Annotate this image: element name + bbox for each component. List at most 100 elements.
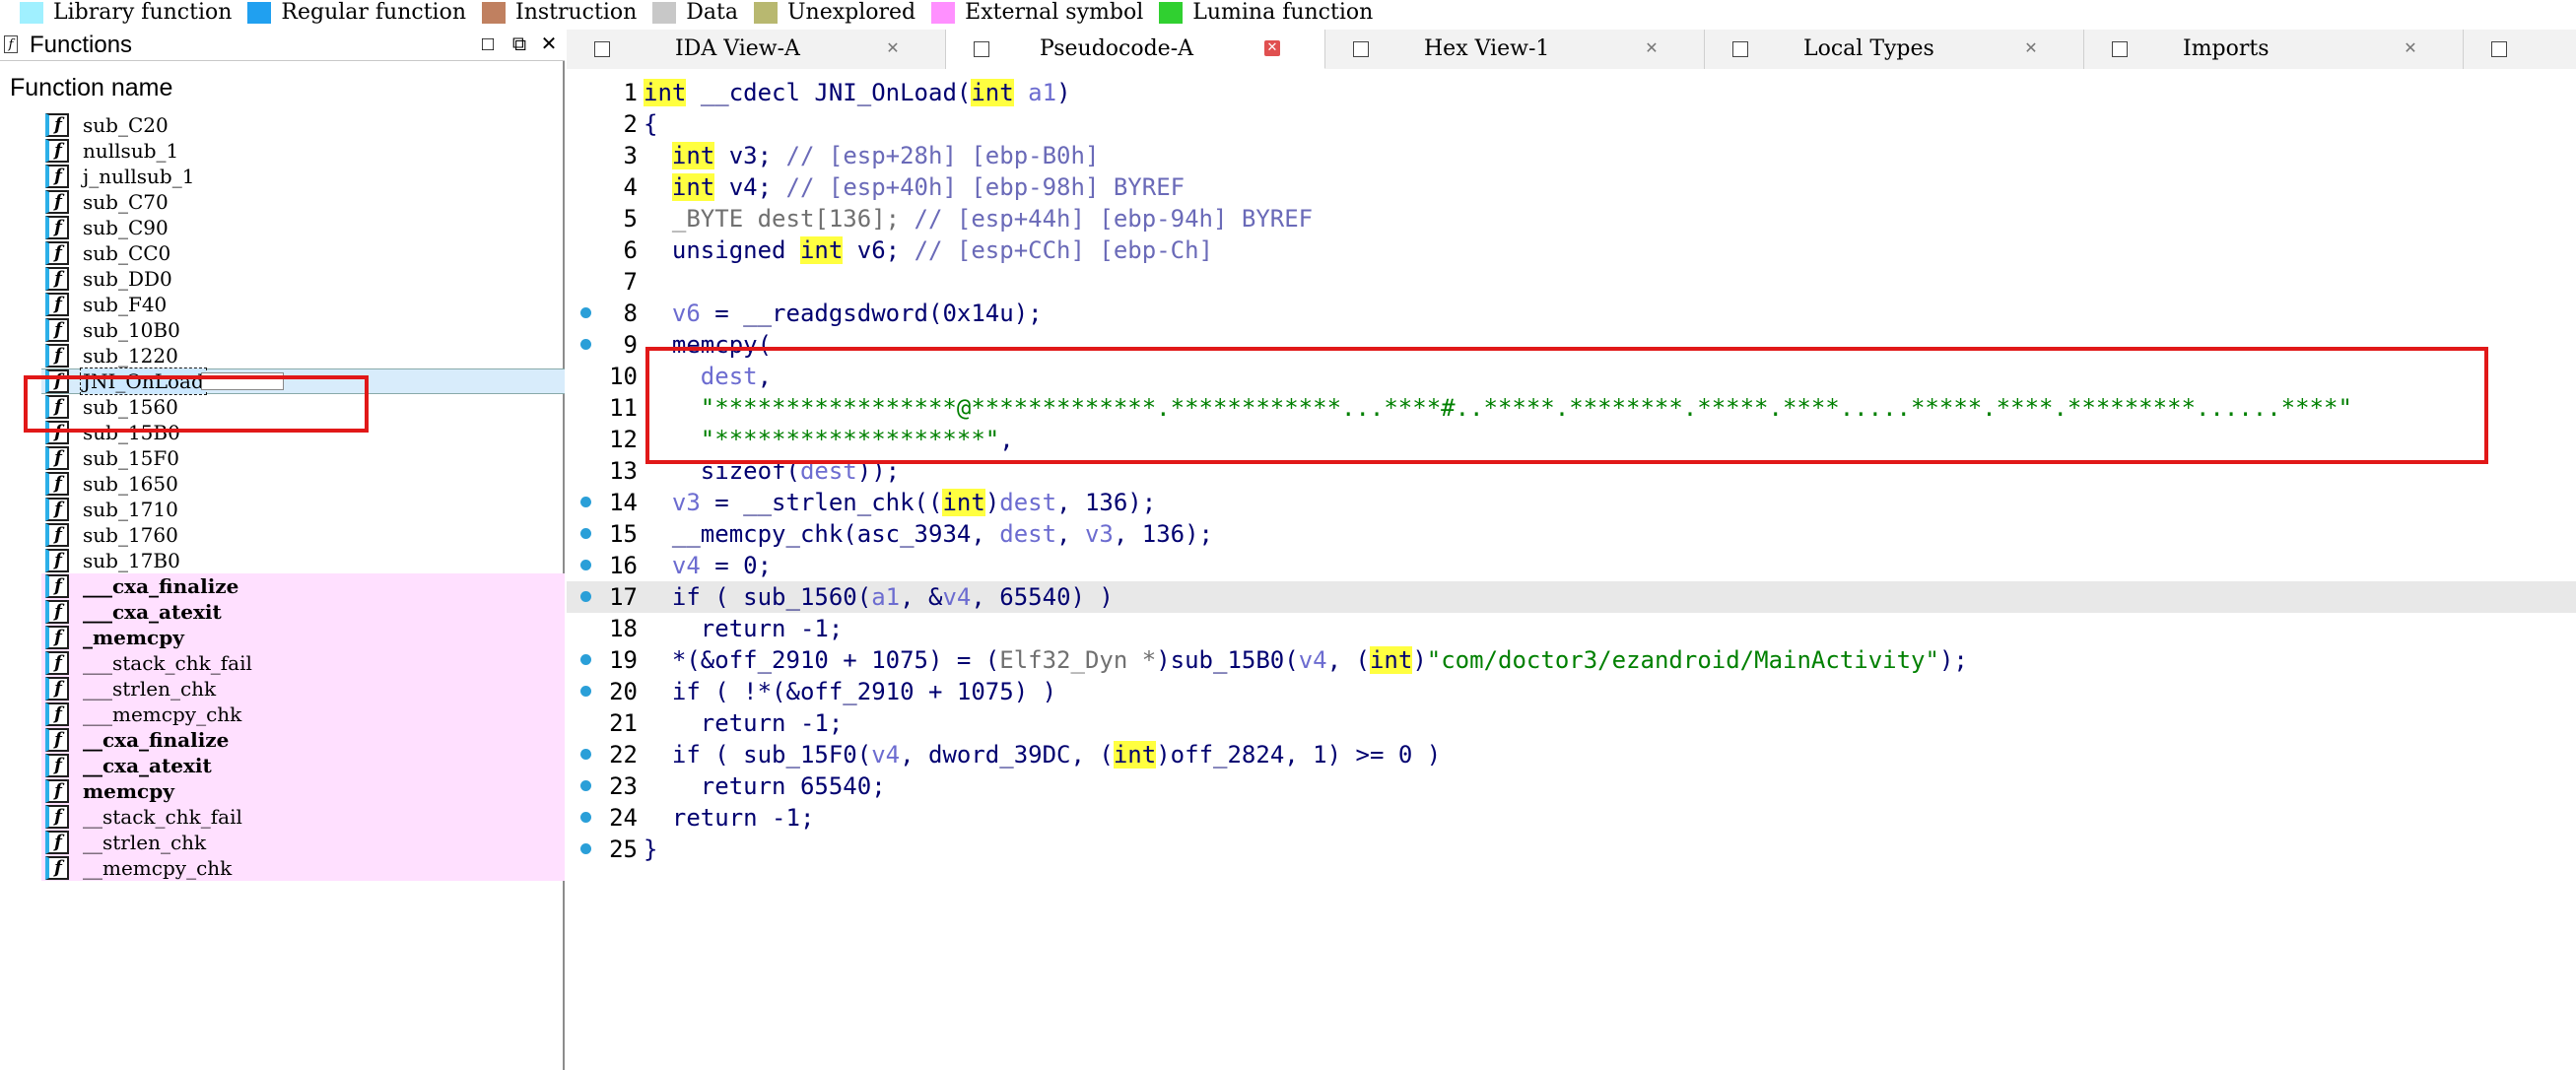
function-icon: f — [45, 344, 69, 368]
function-item[interactable]: f _memcpy — [41, 625, 565, 650]
code-token: // [esp+44h] [ebp-94h] BYREF — [914, 205, 1314, 233]
tab-view-icon — [1353, 41, 1369, 57]
tab-close-icon[interactable]: ✕ — [1644, 40, 1660, 56]
code-line[interactable]: 11 "*****************@*************.****… — [567, 392, 2576, 424]
tab-hex-view-1[interactable]: Hex View-1 ✕ — [1325, 30, 1705, 69]
legend-label: Lumina function — [1192, 0, 1374, 25]
code-line[interactable]: 18 return -1; — [567, 613, 2576, 644]
function-item[interactable]: f __memcpy_chk — [41, 855, 565, 881]
code-line[interactable]: 21 return -1; — [567, 707, 2576, 739]
function-item[interactable]: f ___cxa_finalize — [41, 573, 565, 599]
tab-close-icon[interactable]: ✕ — [2023, 40, 2039, 56]
function-item[interactable]: f __cxa_finalize — [41, 727, 565, 753]
rename-edit-box[interactable] — [201, 372, 284, 390]
code-line[interactable]: 17 if ( sub_1560(a1, &v4, 65540) ) — [567, 581, 2576, 613]
code-line[interactable]: 19 *(&off_2910 + 1075) = (Elf32_Dyn *)su… — [567, 644, 2576, 676]
function-icon: f — [45, 728, 69, 752]
function-item[interactable]: f nullsub_1 — [41, 138, 565, 164]
column-header-function-name[interactable]: Function name — [10, 71, 172, 104]
function-item[interactable]: f ___memcpy_chk — [41, 702, 565, 727]
code-line[interactable]: 15 __memcpy_chk(asc_3934, dest, v3, 136)… — [567, 518, 2576, 550]
tab-overflow[interactable] — [2464, 30, 2576, 69]
function-item[interactable]: f memcpy — [41, 778, 565, 804]
code-line[interactable]: 14 v3 = __strlen_chk((int)dest, 136); — [567, 487, 2576, 518]
code-line[interactable]: 12 "*******************", — [567, 424, 2576, 455]
function-item[interactable]: f sub_1710 — [41, 497, 565, 522]
code-line[interactable]: 20 if ( !*(&off_2910 + 1075) ) — [567, 676, 2576, 707]
function-item[interactable]: f sub_C20 — [41, 112, 565, 138]
function-item[interactable]: f j_nullsub_1 — [41, 164, 565, 189]
function-item[interactable]: f ___cxa_atexit — [41, 599, 565, 625]
code-line[interactable]: 16 v4 = 0; — [567, 550, 2576, 581]
code-line[interactable]: 24 return -1; — [567, 802, 2576, 834]
code-line[interactable]: 25} — [567, 834, 2576, 865]
code-line[interactable]: 7 — [567, 266, 2576, 298]
tab-pseudocode-a[interactable]: Pseudocode-A ✕ — [946, 30, 1325, 69]
code-line[interactable]: 5 _BYTE dest[136]; // [esp+44h] [ebp-94h… — [567, 203, 2576, 234]
maximize-icon[interactable]: □ — [477, 33, 499, 55]
code-line[interactable]: 13 sizeof(dest)); — [567, 455, 2576, 487]
legend-swatch — [754, 2, 779, 24]
function-item[interactable]: f __strlen_chk — [41, 830, 565, 855]
function-item[interactable]: f sub_15F0 — [41, 445, 565, 471]
function-name: sub_1220 — [83, 344, 178, 368]
function-item[interactable]: f __stack_chk_fail — [41, 804, 565, 830]
code-line[interactable]: 10 dest, — [567, 361, 2576, 392]
function-item[interactable]: f sub_C90 — [41, 215, 565, 240]
function-name: sub_1650 — [83, 472, 178, 496]
code-token: = 0; — [700, 552, 773, 579]
function-item[interactable]: f sub_17B0 — [41, 548, 565, 573]
code-token: if ( !*(&off_2910 + 1075) ) — [671, 678, 1057, 705]
function-item[interactable]: f sub_1220 — [41, 343, 565, 368]
tab-imports[interactable]: Imports ✕ — [2084, 30, 2464, 69]
function-item[interactable]: f sub_F40 — [41, 292, 565, 317]
function-item[interactable]: f sub_CC0 — [41, 240, 565, 266]
function-name: sub_15F0 — [83, 446, 179, 470]
function-item[interactable]: f sub_1560 — [41, 394, 565, 420]
code-token: , & — [900, 583, 943, 611]
code-text: sizeof(dest)); — [644, 455, 900, 487]
function-item[interactable]: f sub_1650 — [41, 471, 565, 497]
code-token: v4 — [871, 741, 901, 769]
line-number: 9 — [623, 331, 638, 359]
pseudocode-view[interactable]: 1 int __cdecl JNI_OnLoad(int a1) 2{3 int v… — [567, 69, 2576, 1070]
code-line[interactable]: 3 int v3; // [esp+28h] [ebp-B0h] — [567, 140, 2576, 171]
code-line[interactable]: 22 if ( sub_15F0(v4, dword_39DC, (int)of… — [567, 739, 2576, 770]
function-item[interactable]: f sub_C70 — [41, 189, 565, 215]
function-item[interactable]: f sub_DD0 — [41, 266, 565, 292]
tab-close-icon[interactable]: ✕ — [1264, 40, 1280, 56]
tab-local-types[interactable]: Local Types ✕ — [1705, 30, 2084, 69]
function-item[interactable]: f sub_1760 — [41, 522, 565, 548]
function-item[interactable]: f sub_15B0 — [41, 420, 565, 445]
tab-label: Imports — [2183, 36, 2270, 61]
function-item[interactable]: f ___strlen_chk — [41, 676, 565, 702]
code-line[interactable]: 6 unsigned int v6; // [esp+CCh] [ebp-Ch] — [567, 234, 2576, 266]
tab-close-icon[interactable]: ✕ — [885, 40, 901, 56]
code-token: v4; — [714, 173, 786, 201]
line-number: 12 — [609, 426, 638, 453]
code-line[interactable]: 23 return 65540; — [567, 770, 2576, 802]
code-line[interactable]: 4 int v4; // [esp+40h] [ebp-98h] BYREF — [567, 171, 2576, 203]
tab-close-icon[interactable]: ✕ — [2403, 40, 2418, 56]
code-token: sizeof( — [700, 457, 800, 485]
tab-view-icon — [974, 41, 989, 57]
function-item-selected[interactable]: f JNI_OnLoad — [41, 368, 565, 395]
tab-ida-view-a[interactable]: IDA View-A ✕ — [567, 30, 946, 69]
function-item[interactable]: f __cxa_atexit — [41, 753, 565, 778]
function-name: __memcpy_chk — [83, 856, 233, 880]
legend-swatch — [931, 2, 956, 24]
function-item[interactable]: f sub_10B0 — [41, 317, 565, 343]
code-line[interactable]: 1 int __cdecl JNI_OnLoad(int a1) — [567, 77, 2576, 108]
function-icon: f — [45, 421, 69, 444]
restore-icon[interactable]: ⧉ — [508, 33, 530, 55]
code-line[interactable]: 2{ — [567, 108, 2576, 140]
close-icon[interactable]: ✕ — [538, 33, 560, 55]
code-text: int __cdecl JNI_OnLoad(int a1) — [644, 77, 1071, 108]
code-line[interactable]: 8 v6 = __readgsdword(0x14u); — [567, 298, 2576, 329]
code-line[interactable]: 9 memcpy( — [567, 329, 2576, 361]
function-item[interactable]: f ___stack_chk_fail — [41, 650, 565, 676]
